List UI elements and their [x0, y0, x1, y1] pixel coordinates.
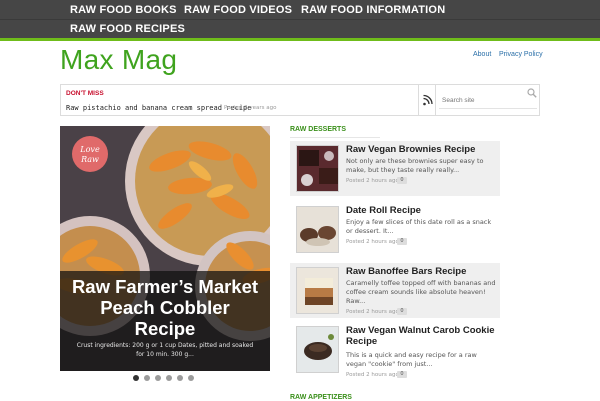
nav-item-raw-food-videos[interactable]: RAW FOOD VIDEOS: [184, 4, 292, 16]
post-date: Posted 2 hours ago: [346, 372, 399, 378]
comment-count-badge[interactable]: 0: [397, 371, 407, 378]
section-divider: [290, 137, 380, 138]
nav-item-raw-food-information[interactable]: RAW FOOD INFORMATION: [301, 4, 445, 16]
nav-accent-border: [0, 38, 600, 41]
nav-item-raw-food-recipes[interactable]: RAW FOOD RECIPES: [70, 23, 185, 35]
post-excerpt: Enjoy a few slices of this date roll as …: [346, 218, 492, 235]
slide-excerpt: Crust ingredients: 200 g or 1 cup Dates,…: [76, 342, 254, 358]
post-date: Posted 2 hours ago: [346, 178, 399, 184]
header-link-privacy-policy[interactable]: Privacy Policy: [499, 51, 543, 58]
svg-text:Love: Love: [79, 145, 100, 154]
post-thumbnail-date-roll[interactable]: [296, 206, 339, 253]
comment-count-badge[interactable]: 0: [397, 177, 407, 184]
site-logo[interactable]: Max Mag: [60, 44, 177, 76]
post-thumbnail-walnut-carob-cookie[interactable]: [296, 326, 339, 373]
search-box: [439, 87, 537, 109]
post-card: Date Roll Recipe Enjoy a few slices of t…: [290, 202, 500, 257]
post-card: Raw Banoffee Bars Recipe Caramelly toffe…: [290, 263, 500, 318]
post-date: Posted 2 hours ago: [346, 239, 399, 245]
post-excerpt: This is a quick and easy recipe for a ra…: [346, 351, 477, 368]
post-thumbnail-banoffee-bars[interactable]: [296, 267, 339, 314]
post-excerpt: Not only are these brownies super easy t…: [346, 157, 484, 174]
rss-icon: [423, 94, 433, 106]
post-date: Posted 2 hours ago: [346, 309, 399, 315]
post-title-link[interactable]: Raw Vegan Walnut Carob Cookie Recipe: [346, 325, 496, 347]
section-heading-desserts[interactable]: RAW DESSERTS: [290, 126, 346, 133]
search-input[interactable]: [439, 93, 537, 109]
slider-dot[interactable]: [155, 375, 161, 381]
slide-title-link[interactable]: Raw Farmer’s Market Peach Cobbler Recipe: [68, 276, 262, 339]
post-card: Raw Vegan Brownies Recipe Not only are t…: [290, 141, 500, 196]
date-roll-image: [297, 207, 338, 252]
svg-text:Raw: Raw: [80, 155, 99, 164]
nav-row-divider: [0, 19, 600, 20]
ticker-post-date: Posted 2 years ago: [224, 105, 277, 111]
post-title-link[interactable]: Date Roll Recipe: [346, 205, 496, 216]
ticker-label: DON'T MISS: [66, 90, 104, 97]
post-excerpt: Caramelly toffee topped off with bananas…: [346, 279, 496, 305]
comment-count-badge[interactable]: 0: [397, 308, 407, 315]
slider-dot[interactable]: [144, 375, 150, 381]
search-icon[interactable]: [527, 88, 537, 98]
brownies-image: [297, 146, 338, 191]
slider-dot[interactable]: [177, 375, 183, 381]
nav-item-raw-food-books[interactable]: RAW FOOD BOOKS: [70, 4, 177, 16]
post-title-link[interactable]: Raw Vegan Brownies Recipe: [346, 144, 496, 155]
featured-slider[interactable]: Love Raw Raw Farmer’s Market Peach Cobbl…: [60, 126, 270, 371]
slider-dot[interactable]: [133, 375, 139, 381]
post-title-link[interactable]: Raw Banoffee Bars Recipe: [346, 266, 496, 277]
news-ticker-bar: DON'T MISS Raw pistachio and banana crea…: [60, 84, 540, 116]
post-thumbnail-brownies[interactable]: [296, 145, 339, 192]
header-link-about[interactable]: About: [473, 51, 491, 58]
comment-count-badge[interactable]: 0: [397, 238, 407, 245]
top-navigation: RAW FOOD BOOKS RAW FOOD VIDEOS RAW FOOD …: [0, 0, 600, 38]
slider-dot[interactable]: [188, 375, 194, 381]
post-card: Raw Vegan Walnut Carob Cookie Recipe Thi…: [290, 322, 500, 384]
slider-dot[interactable]: [166, 375, 172, 381]
banoffee-bars-image: [297, 268, 338, 313]
walnut-carob-cookie-image: [297, 327, 338, 372]
rss-button[interactable]: [418, 85, 436, 115]
